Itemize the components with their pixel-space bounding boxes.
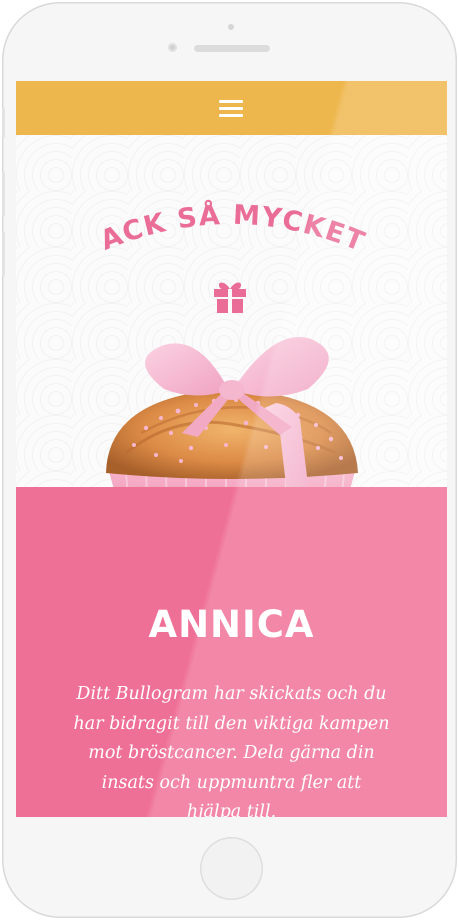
- thank-you-heading: TACK SÅ MYCKET!: [86, 191, 370, 258]
- top-bar: [16, 81, 447, 135]
- gift-icon: [214, 282, 246, 313]
- hamburger-menu-icon[interactable]: [216, 97, 246, 119]
- recipient-name: ANNICA: [148, 603, 315, 646]
- screen: TACK SÅ MYCKET!: [16, 81, 447, 817]
- earpiece-speaker: [194, 45, 270, 52]
- svg-text:TACK SÅ MYCKET!: TACK SÅ MYCKET!: [86, 191, 370, 258]
- volume-down-button: [2, 232, 5, 276]
- home-button[interactable]: [200, 837, 263, 900]
- volume-up-button: [2, 172, 5, 216]
- sensor-dot: [228, 24, 234, 30]
- mute-switch: [2, 108, 5, 138]
- front-camera: [168, 43, 177, 52]
- thank-you-message: Ditt Bullogram har skickats och du har b…: [73, 684, 390, 817]
- message-section: ANNICA Ditt Bullogram har skickats och d…: [16, 487, 447, 817]
- hero-section: TACK SÅ MYCKET!: [16, 135, 447, 529]
- thank-you-text: TACK SÅ MYCKET!: [86, 191, 368, 258]
- phone-frame: TACK SÅ MYCKET!: [2, 2, 457, 918]
